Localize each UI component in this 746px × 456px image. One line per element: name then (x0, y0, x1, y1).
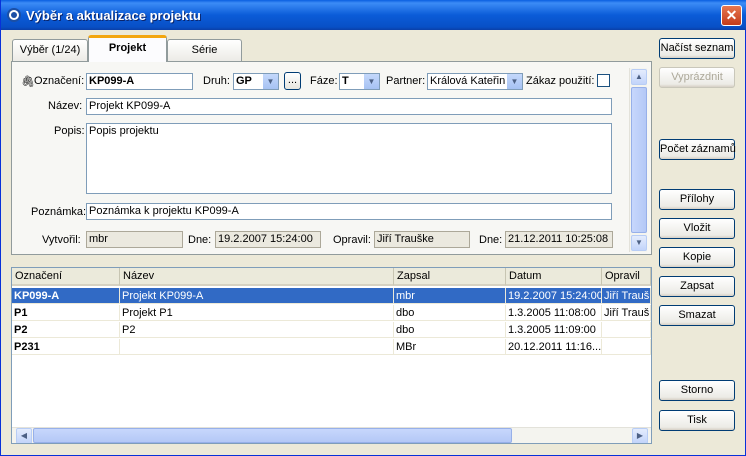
panel-vertical-scrollbar[interactable]: ▲ ▼ (629, 68, 647, 252)
tisk-button[interactable]: Tisk (659, 410, 735, 431)
popis-field[interactable]: Popis projektu (86, 123, 612, 194)
tab-vyber[interactable]: Výběr (1/24) (12, 39, 88, 61)
zakaz-label: Zákaz použití: (526, 75, 595, 87)
storno-button[interactable]: Storno (659, 380, 735, 401)
zapsat-button[interactable]: Zapsat (659, 276, 735, 297)
nacist-seznam-button[interactable]: Načíst seznam (659, 38, 735, 59)
cell-opravil: Jiří Trauške (602, 288, 651, 304)
scroll-left-icon[interactable]: ◀ (16, 428, 32, 443)
cell-opravil (602, 339, 651, 355)
pocet-zaznamu-button[interactable]: Počet záznamů (659, 139, 736, 160)
faze-select[interactable]: T ▼ (339, 73, 380, 90)
vytvoril-label: Vytvořil: (42, 234, 81, 246)
partner-value: Králová Kateřin (430, 75, 506, 87)
close-icon: ✕ (725, 7, 738, 23)
tab-projekt[interactable]: Projekt (88, 35, 167, 62)
druh-value: GP (236, 75, 252, 87)
vytvoril-field: mbr (86, 231, 183, 248)
table-row[interactable]: P1 Projekt P1 dbo 1.3.2005 11:08:00 Jiří… (12, 305, 651, 321)
nazev-label: Název: (48, 100, 83, 112)
zakaz-checkbox[interactable] (597, 74, 610, 87)
cell-oznaceni: P2 (12, 322, 120, 338)
vyprazdnit-button[interactable]: Vyprázdnit (659, 67, 735, 88)
dne-modified-field: 21.12.2011 10:25:08 (505, 231, 613, 248)
chevron-down-icon[interactable]: ▼ (363, 74, 379, 89)
cell-nazev: P2 (120, 322, 394, 338)
main-window: Výběr a aktualizace projektu ✕ Výběr (1/… (0, 0, 746, 456)
project-form-panel: 🖇 Označení: KP099-A Druh: GP ▼ ... Fáze:… (11, 61, 652, 255)
table-horizontal-scrollbar[interactable]: ◀ ▶ (12, 427, 651, 443)
cell-datum: 1.3.2005 11:09:00 (506, 322, 602, 338)
cell-nazev (120, 339, 394, 355)
druh-select[interactable]: GP ▼ (233, 73, 279, 90)
table-row[interactable]: P2 P2 dbo 1.3.2005 11:09:00 (12, 322, 651, 338)
cell-zapsal: mbr (394, 288, 506, 304)
smazat-button[interactable]: Smazat (659, 305, 735, 326)
paperclip-icon[interactable]: 🖇 (21, 75, 35, 88)
oznaceni-field[interactable]: KP099-A (86, 73, 193, 90)
dne-modified-label: Dne: (479, 234, 503, 246)
chevron-down-icon[interactable]: ▼ (506, 74, 522, 89)
druh-label: Druh: (203, 75, 230, 87)
opravil-field: Jiří Trauške (374, 231, 470, 248)
col-header-opravil[interactable]: Opravil (602, 268, 651, 286)
cell-datum: 19.2.2007 15:24:00 (506, 288, 602, 304)
chevron-down-icon[interactable]: ▼ (262, 74, 278, 89)
records-table: Označení Název Zapsal Datum Opravil KP09… (11, 267, 652, 444)
poznamka-label: Poznámka: (31, 206, 87, 218)
popis-label: Popis: (54, 125, 85, 137)
nazev-field[interactable]: Projekt KP099-A (86, 98, 612, 115)
prilohy-button[interactable]: Přílohy (659, 189, 735, 210)
scroll-down-icon[interactable]: ▼ (631, 235, 647, 251)
cell-zapsal: MBr (394, 339, 506, 355)
cell-opravil: Jiří Trauške (602, 305, 651, 321)
dne-created-field: 19.2.2007 15:24:00 (215, 231, 321, 248)
cell-zapsal: dbo (394, 322, 506, 338)
cell-opravil (602, 322, 651, 338)
title-bar: Výběr a aktualizace projektu ✕ (1, 0, 746, 30)
col-header-zapsal[interactable]: Zapsal (394, 268, 506, 286)
partner-select[interactable]: Králová Kateřin ▼ (427, 73, 523, 90)
table-row[interactable]: KP099-A Projekt KP099-A mbr 19.2.2007 15… (12, 288, 651, 304)
col-header-oznaceni[interactable]: Označení (12, 268, 120, 286)
cell-oznaceni: P231 (12, 339, 120, 355)
cell-oznaceni: P1 (12, 305, 120, 321)
cell-datum: 20.12.2011 11:16... (506, 339, 602, 355)
scroll-up-icon[interactable]: ▲ (631, 69, 647, 85)
opravil-label: Opravil: (333, 234, 371, 246)
kopie-button[interactable]: Kopie (659, 247, 735, 268)
table-scroll-thumb[interactable] (33, 428, 512, 443)
druh-browse-button[interactable]: ... (284, 72, 301, 90)
cell-nazev: Projekt P1 (120, 305, 394, 321)
cell-nazev: Projekt KP099-A (120, 288, 394, 304)
faze-value: T (342, 75, 349, 87)
cell-oznaceni: KP099-A (12, 288, 120, 304)
table-row[interactable]: P231 MBr 20.12.2011 11:16... (12, 339, 651, 355)
tab-serie[interactable]: Série (167, 39, 242, 61)
faze-label: Fáze: (310, 75, 338, 87)
close-button[interactable]: ✕ (721, 5, 742, 26)
dne-created-label: Dne: (188, 234, 212, 246)
window-title: Výběr a aktualizace projektu (26, 8, 201, 23)
app-icon (7, 8, 21, 22)
panel-scroll-thumb[interactable] (631, 87, 647, 233)
vlozit-button[interactable]: Vložit (659, 218, 735, 239)
scroll-right-icon[interactable]: ▶ (632, 428, 648, 443)
col-header-datum[interactable]: Datum (506, 268, 602, 286)
partner-label: Partner: (386, 75, 426, 87)
cell-datum: 1.3.2005 11:08:00 (506, 305, 602, 321)
poznamka-field[interactable]: Poznámka k projektu KP099-A (86, 203, 612, 220)
oznaceni-label: Označení: (34, 75, 85, 87)
col-header-nazev[interactable]: Název (120, 268, 394, 286)
cell-zapsal: dbo (394, 305, 506, 321)
